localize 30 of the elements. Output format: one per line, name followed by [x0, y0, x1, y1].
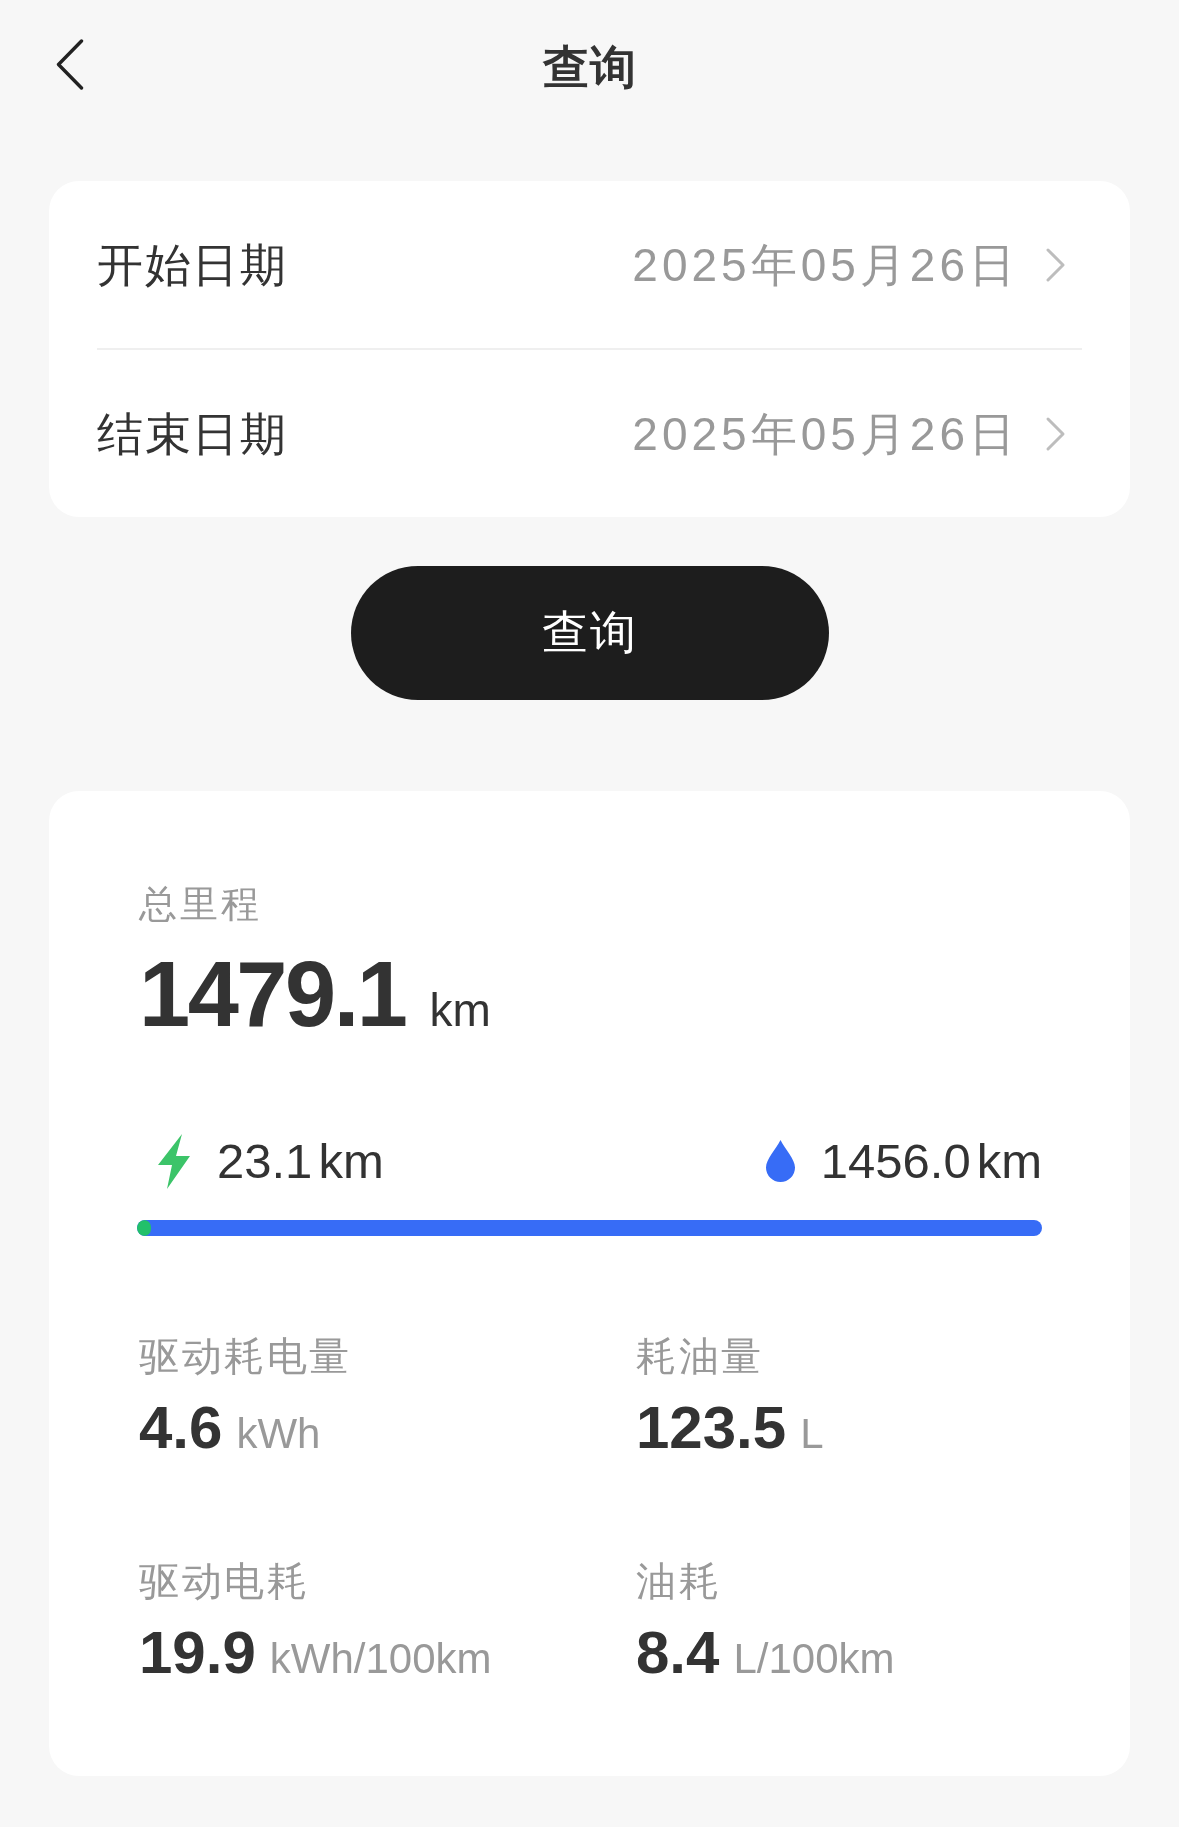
- chevron-right-icon[interactable]: [1045, 415, 1066, 452]
- stat-value: 8.4: [636, 1620, 720, 1686]
- stat-label: 驱动电耗: [139, 1558, 309, 1605]
- stat-unit: kWh/100km: [269, 1634, 492, 1684]
- distance-unit: km: [429, 983, 491, 1038]
- date-label: 结束日期: [97, 406, 287, 462]
- total-mileage-label: 总里程: [139, 882, 262, 927]
- page-title: 查询: [542, 40, 637, 95]
- electric-distance-value: 23.1: [217, 1133, 313, 1189]
- distance-unit: km: [976, 1133, 1042, 1189]
- drop-icon: [765, 1140, 795, 1182]
- date-value[interactable]: 2025年05月26日: [632, 236, 1019, 293]
- stat-unit: kWh: [236, 1409, 321, 1459]
- date-label: 开始日期: [97, 237, 287, 293]
- total-mileage-value: 1479.1: [139, 944, 406, 1044]
- fuel-distance-value: 1456.0: [820, 1133, 971, 1189]
- distance-unit: km: [318, 1133, 384, 1189]
- query-button[interactable]: 查询: [350, 566, 829, 700]
- stat-value: 19.9: [139, 1620, 256, 1686]
- date-value[interactable]: 2025年05月26日: [632, 405, 1019, 462]
- stat-label: 驱动耗电量: [139, 1333, 352, 1380]
- stat-unit: L: [800, 1409, 824, 1459]
- back-icon[interactable]: [56, 38, 84, 90]
- lightning-icon: [157, 1133, 191, 1189]
- stat-value: 4.6: [139, 1395, 223, 1461]
- stat-unit: L/100km: [733, 1634, 895, 1684]
- stat-label: 耗油量: [636, 1333, 764, 1380]
- stat-value: 123.5: [636, 1395, 787, 1461]
- stat-label: 油耗: [636, 1558, 721, 1605]
- chevron-right-icon[interactable]: [1045, 246, 1066, 283]
